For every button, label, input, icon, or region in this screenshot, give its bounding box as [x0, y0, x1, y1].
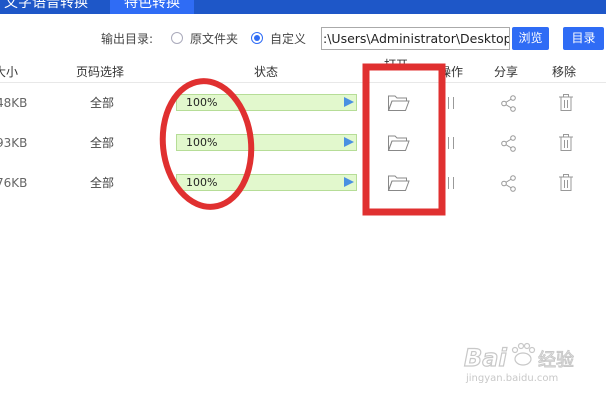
browse-button[interactable]: 浏览 — [512, 27, 549, 50]
svg-text:经验: 经验 — [538, 350, 574, 371]
header-divider — [0, 82, 606, 83]
trash-icon[interactable] — [558, 173, 574, 192]
page-selection[interactable]: 全部 — [90, 174, 114, 192]
col-header-share: 分享 — [494, 65, 519, 79]
page-selection[interactable]: 全部 — [90, 94, 114, 112]
radio-original-folder[interactable] — [171, 32, 183, 44]
top-tab-bar: 文字语音转换 特色转换 — [0, 0, 606, 14]
file-size: 48KB — [0, 96, 28, 110]
col-header-page: 页码选择 — [76, 65, 125, 79]
play-icon[interactable] — [344, 137, 354, 147]
red-rectangle-annotation — [362, 63, 446, 216]
page-selection[interactable]: 全部 — [90, 134, 114, 152]
directory-button[interactable]: 目录 — [563, 27, 604, 50]
watermark-url: jingyan.baidu.com — [465, 373, 558, 384]
svg-text:Bai: Bai — [464, 344, 507, 372]
tab-special-convert[interactable]: 特色转换 — [110, 0, 194, 14]
radio-original-folder-label[interactable]: 原文件夹 — [190, 30, 238, 48]
baidu-watermark-logo: Bai 经验 jingyan.baidu.com — [463, 342, 574, 384]
output-path-field[interactable]: :\Users\Administrator\Desktop — [321, 27, 510, 50]
play-icon[interactable] — [344, 177, 354, 187]
share-icon[interactable] — [500, 175, 517, 192]
col-header-size: 大小 — [0, 65, 19, 79]
radio-custom[interactable] — [251, 32, 263, 44]
col-header-remove: 移除 — [552, 65, 577, 79]
radio-custom-label[interactable]: 自定义 — [270, 30, 306, 48]
play-icon[interactable] — [344, 97, 354, 107]
tab-text-speech[interactable]: 文字语音转换 — [4, 0, 88, 14]
share-icon[interactable] — [500, 95, 517, 112]
red-ellipse-annotation — [159, 78, 255, 210]
file-size: 76KB — [0, 176, 28, 190]
share-icon[interactable] — [500, 135, 517, 152]
output-dir-label: 输出目录: — [101, 32, 154, 46]
trash-icon[interactable] — [558, 133, 574, 152]
file-size: 93KB — [0, 136, 28, 150]
trash-icon[interactable] — [558, 93, 574, 112]
